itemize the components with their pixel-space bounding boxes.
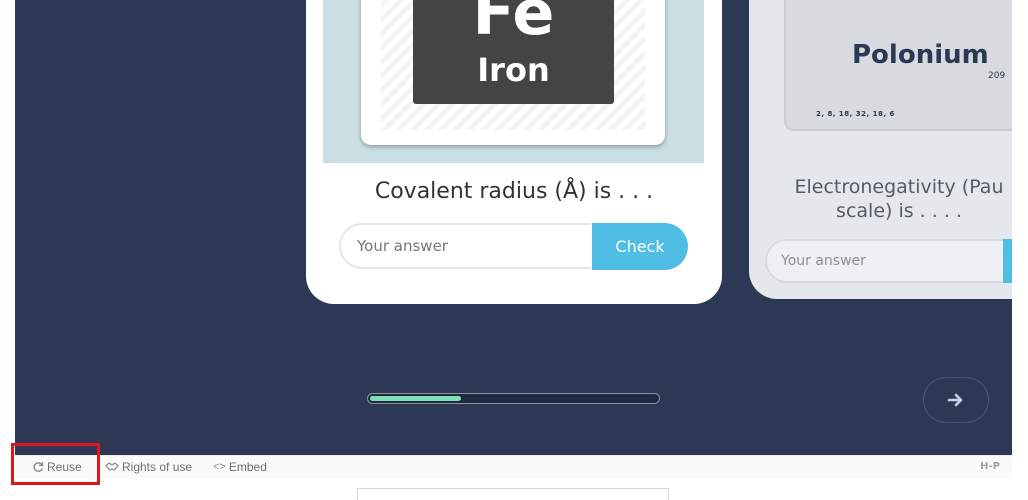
element-tile: Fe Iron: [413, 0, 614, 104]
h5p-footer: Reuse Rights of use <> Embed H-P: [15, 455, 1012, 479]
reuse-button[interactable]: Reuse: [32, 460, 82, 474]
next-element-symbol: Po: [846, 0, 962, 8]
embed-label: Embed: [228, 460, 267, 474]
next-question-line1: Electronegativity (Pau: [794, 176, 1004, 198]
answer-input[interactable]: [339, 223, 591, 269]
next-element-name: Polonium: [852, 40, 989, 70]
flashcards-stage: Fe Iron Covalent radius (Å) is . . . Che…: [15, 0, 1012, 455]
code-icon: <>: [213, 461, 226, 473]
embed-button[interactable]: <> Embed: [213, 460, 267, 474]
next-check-button[interactable]: [1003, 239, 1012, 283]
arrow-right-icon: [947, 393, 963, 407]
reuse-label: Reuse: [47, 460, 82, 474]
next-question-line2: scale) is . . . .: [836, 200, 962, 222]
card-question: Covalent radius (Å) is . . .: [374, 179, 654, 204]
next-element-mass: 209: [988, 71, 1006, 81]
element-symbol: Fe: [472, 0, 555, 49]
next-answer-input[interactable]: [765, 239, 1009, 283]
check-button[interactable]: Check: [592, 223, 688, 270]
element-tile-frame: Fe Iron: [361, 0, 665, 145]
next-card-button[interactable]: [923, 377, 989, 423]
rights-of-use-button[interactable]: Rights of use: [105, 460, 192, 474]
progress-fill: [370, 396, 462, 401]
progress-bar: [367, 393, 660, 404]
flashcard-next: Po Polonium 209 2, 8, 18, 32, 18, 6 Elec…: [749, 0, 1012, 299]
handshake-icon: [105, 462, 119, 471]
next-element-shells: 2, 8, 18, 32, 18, 6: [816, 110, 895, 118]
card-image-area: Fe Iron: [323, 0, 704, 163]
h5p-logo: H-P: [980, 461, 1000, 472]
page-content-below: [357, 488, 669, 500]
flashcard-current: Fe Iron Covalent radius (Å) is . . . Che…: [306, 0, 722, 304]
rights-of-use-label: Rights of use: [122, 460, 193, 474]
element-name: Iron: [477, 51, 550, 89]
refresh-icon: [33, 462, 44, 472]
next-element-tile: Po Polonium 209 2, 8, 18, 32, 18, 6: [784, 0, 1012, 131]
